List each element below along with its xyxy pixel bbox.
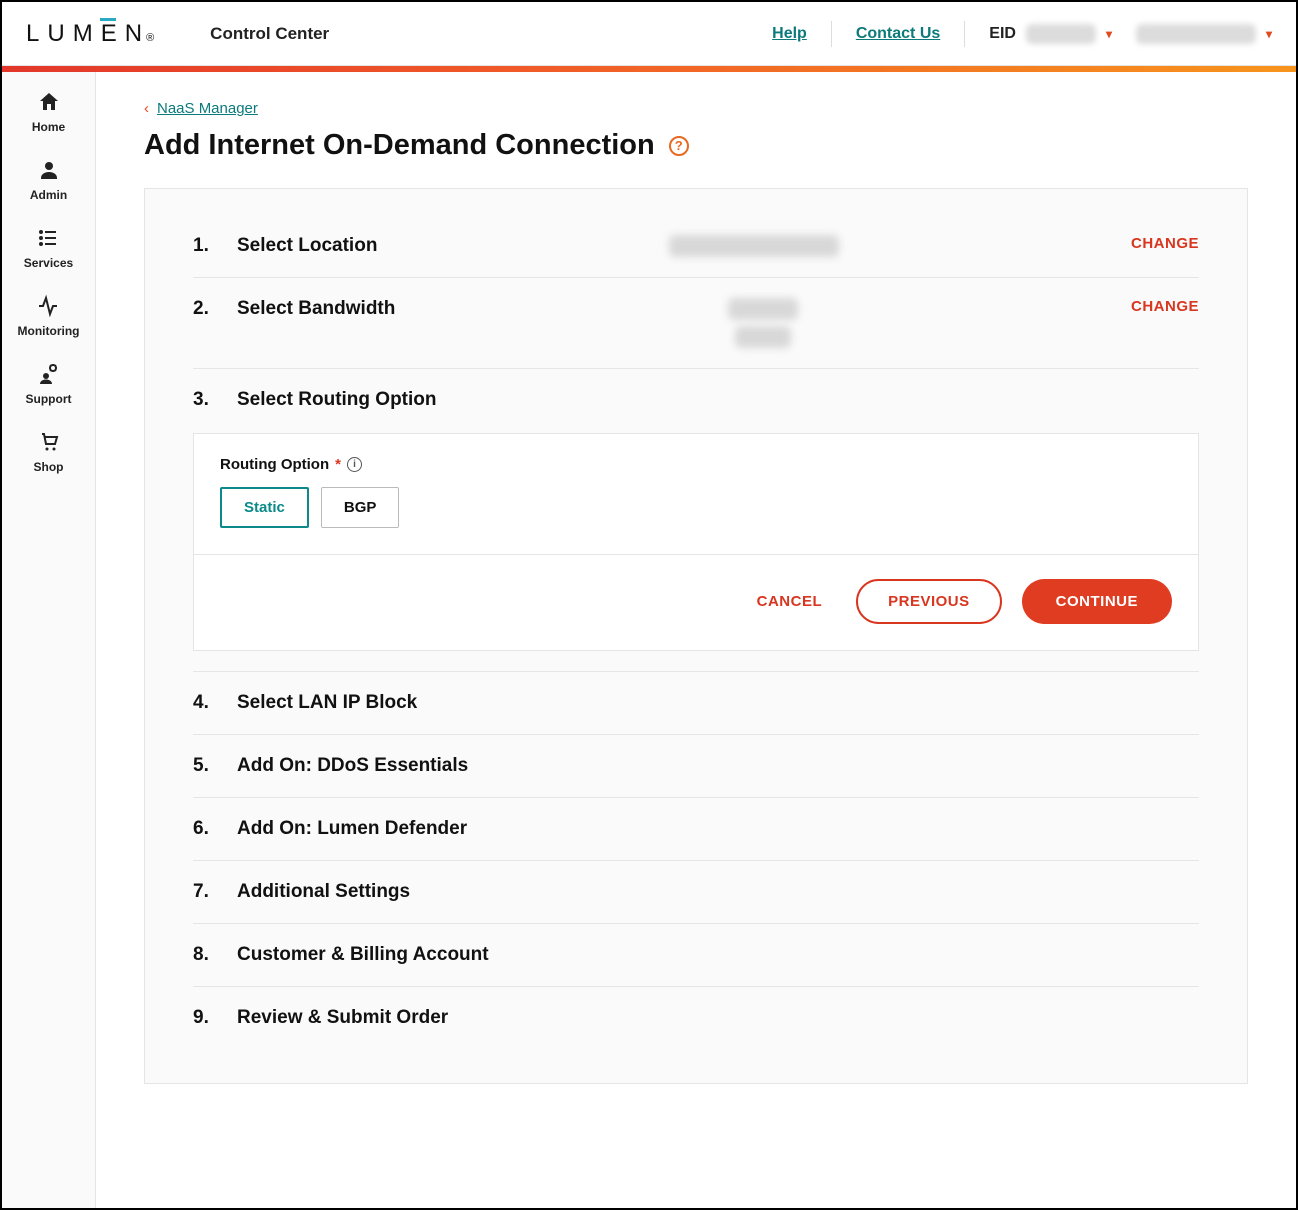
continue-button[interactable]: CONTINUE bbox=[1022, 579, 1172, 624]
separator bbox=[964, 21, 965, 47]
breadcrumb: ‹ NaaS Manager bbox=[144, 100, 1248, 117]
step-number: 9. bbox=[193, 1007, 237, 1029]
step-title: Select Bandwidth bbox=[237, 298, 395, 320]
sidebar-item-label: Home bbox=[32, 120, 65, 134]
step-actions: CANCEL PREVIOUS CONTINUE bbox=[194, 554, 1198, 650]
chevron-left-icon: ‹ bbox=[144, 100, 149, 117]
account-name-redacted bbox=[1136, 24, 1256, 44]
step-title: Add On: Lumen Defender bbox=[237, 818, 467, 840]
sidebar-item-label: Support bbox=[26, 392, 72, 406]
activity-icon bbox=[36, 294, 60, 318]
step-number: 2. bbox=[193, 298, 237, 320]
step-3-form: Routing Option * i Static BGP CANCEL PRE… bbox=[193, 433, 1199, 651]
step-5[interactable]: 5. Add On: DDoS Essentials bbox=[193, 734, 1199, 797]
required-indicator: * bbox=[335, 456, 341, 473]
sidebar-item-label: Monitoring bbox=[18, 324, 80, 338]
header: LUMEN® Control Center Help Contact Us EI… bbox=[2, 2, 1296, 66]
change-button[interactable]: CHANGE bbox=[1131, 235, 1199, 252]
step-2: 2. Select Bandwidth CHANGE bbox=[193, 277, 1199, 368]
sidebar-item-home[interactable]: Home bbox=[32, 90, 65, 134]
cart-icon bbox=[37, 430, 61, 454]
account-menu[interactable]: ▾ bbox=[1136, 24, 1272, 44]
chevron-down-icon: ▾ bbox=[1266, 27, 1272, 41]
step-6[interactable]: 6. Add On: Lumen Defender bbox=[193, 797, 1199, 860]
sidebar-item-support[interactable]: Support bbox=[26, 362, 72, 406]
step-number: 7. bbox=[193, 881, 237, 903]
step-8[interactable]: 8. Customer & Billing Account bbox=[193, 923, 1199, 986]
step-4[interactable]: 4. Select LAN IP Block bbox=[193, 671, 1199, 734]
routing-option-bgp[interactable]: BGP bbox=[321, 487, 400, 528]
step-number: 4. bbox=[193, 692, 237, 714]
step-title: Customer & Billing Account bbox=[237, 944, 489, 966]
step-title: Select Routing Option bbox=[237, 389, 437, 411]
sidebar-item-services[interactable]: Services bbox=[24, 226, 73, 270]
routing-option-label: Routing Option * i bbox=[220, 456, 1172, 473]
step-number: 8. bbox=[193, 944, 237, 966]
step-9[interactable]: 9. Review & Submit Order bbox=[193, 986, 1199, 1035]
sidebar-item-label: Services bbox=[24, 256, 73, 270]
step-title: Additional Settings bbox=[237, 881, 410, 903]
step-value-redacted bbox=[669, 235, 839, 257]
user-icon bbox=[37, 158, 61, 182]
breadcrumb-parent-link[interactable]: NaaS Manager bbox=[157, 100, 258, 117]
step-number: 6. bbox=[193, 818, 237, 840]
eid-menu[interactable]: EID ▾ bbox=[989, 24, 1112, 44]
eid-value-redacted bbox=[1026, 24, 1096, 44]
page-title: Add Internet On-Demand Connection bbox=[144, 129, 655, 162]
sidebar-item-monitoring[interactable]: Monitoring bbox=[18, 294, 80, 338]
wizard-panel: 1. Select Location CHANGE 2. Select Band… bbox=[144, 188, 1248, 1084]
page-title-row: Add Internet On-Demand Connection ? bbox=[144, 129, 1248, 162]
contact-us-link[interactable]: Contact Us bbox=[856, 25, 940, 43]
info-icon[interactable]: i bbox=[347, 457, 362, 472]
step-title: Select Location bbox=[237, 235, 377, 257]
step-7[interactable]: 7. Additional Settings bbox=[193, 860, 1199, 923]
home-icon bbox=[37, 90, 61, 114]
help-icon[interactable]: ? bbox=[669, 136, 689, 156]
gear-user-icon bbox=[37, 362, 61, 386]
sidebar-item-shop[interactable]: Shop bbox=[34, 430, 64, 474]
sidebar-item-label: Shop bbox=[34, 460, 64, 474]
list-icon bbox=[36, 226, 60, 250]
step-value-redacted bbox=[728, 298, 798, 320]
help-link[interactable]: Help bbox=[772, 25, 807, 43]
sidebar-item-admin[interactable]: Admin bbox=[30, 158, 67, 202]
field-label-text: Routing Option bbox=[220, 456, 329, 473]
step-number: 3. bbox=[193, 389, 237, 411]
eid-label: EID bbox=[989, 25, 1016, 43]
previous-button[interactable]: PREVIOUS bbox=[856, 579, 1002, 624]
sidebar: Home Admin Services Monitoring Support S… bbox=[2, 72, 96, 1208]
separator bbox=[831, 21, 832, 47]
chevron-down-icon: ▾ bbox=[1106, 27, 1112, 41]
step-title: Add On: DDoS Essentials bbox=[237, 755, 468, 777]
step-value-redacted bbox=[735, 326, 791, 348]
routing-option-static[interactable]: Static bbox=[220, 487, 309, 528]
step-title: Select LAN IP Block bbox=[237, 692, 417, 714]
step-3: 3. Select Routing Option Routing Option … bbox=[193, 368, 1199, 671]
sidebar-item-label: Admin bbox=[30, 188, 67, 202]
change-button[interactable]: CHANGE bbox=[1131, 298, 1199, 315]
step-1: 1. Select Location CHANGE bbox=[193, 229, 1199, 277]
cancel-button[interactable]: CANCEL bbox=[743, 583, 837, 620]
main-content: ‹ NaaS Manager Add Internet On-Demand Co… bbox=[96, 72, 1296, 1208]
app-title: Control Center bbox=[210, 24, 329, 44]
logo: LUMEN® bbox=[26, 20, 154, 48]
routing-option-toggle: Static BGP bbox=[220, 487, 1172, 528]
step-title: Review & Submit Order bbox=[237, 1007, 448, 1029]
step-number: 1. bbox=[193, 235, 237, 257]
step-number: 5. bbox=[193, 755, 237, 777]
header-right: Help Contact Us EID ▾ ▾ bbox=[772, 21, 1272, 47]
